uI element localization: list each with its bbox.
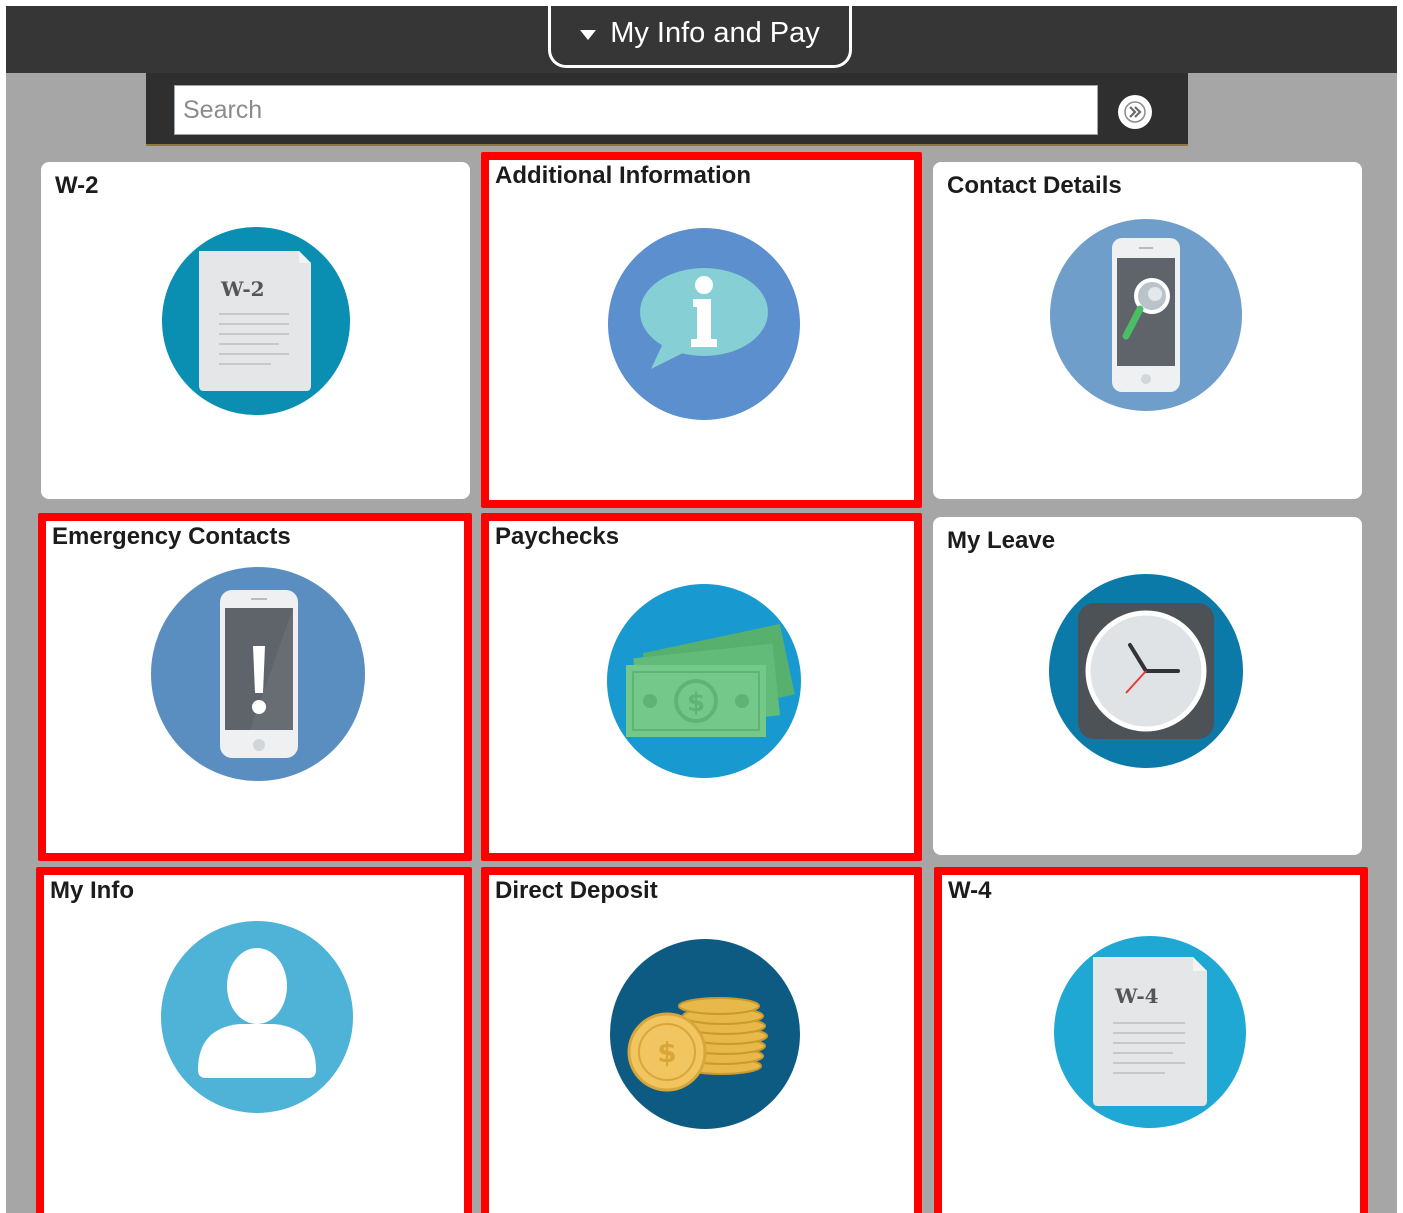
document-text: W-2 xyxy=(220,277,265,301)
tile-label: My Leave xyxy=(947,527,1056,554)
phone-search-icon xyxy=(1050,219,1242,411)
clock-icon xyxy=(1049,574,1243,768)
info-speech-bubble-icon xyxy=(608,228,800,420)
person-icon xyxy=(161,921,353,1113)
tile-label: Emergency Contacts xyxy=(52,523,291,550)
tile-contact-details[interactable]: Contact Details xyxy=(933,162,1362,499)
svg-text:$: $ xyxy=(687,688,705,718)
tile-label: Paychecks xyxy=(495,523,620,550)
tile-label: Direct Deposit xyxy=(495,877,658,904)
tile-label: W-2 xyxy=(55,172,99,199)
tile-w4[interactable]: W-4 W-4 xyxy=(934,867,1368,1213)
phone-exclamation-icon xyxy=(151,567,365,781)
app-frame: My Info and Pay W-2 W-2 Additional Inf xyxy=(6,6,1397,1213)
search-bar xyxy=(146,73,1188,146)
tile-my-leave[interactable]: My Leave xyxy=(933,517,1362,855)
page-title: My Info and Pay xyxy=(610,17,820,49)
w2-document-icon: W-2 xyxy=(162,227,350,415)
svg-text:$: $ xyxy=(657,1036,676,1069)
tile-emergency-contacts[interactable]: Emergency Contacts xyxy=(38,513,472,861)
tile-w2[interactable]: W-2 W-2 xyxy=(41,162,470,499)
tile-label: Contact Details xyxy=(947,172,1122,199)
tile-paychecks[interactable]: Paychecks $ xyxy=(481,513,922,861)
search-go-button[interactable] xyxy=(1118,95,1152,129)
caret-down-icon xyxy=(580,29,597,40)
tile-my-info[interactable]: My Info xyxy=(36,867,472,1213)
tile-label: Additional Information xyxy=(495,162,751,189)
header-bar: My Info and Pay xyxy=(6,6,1397,73)
document-text: W-4 xyxy=(1114,984,1159,1008)
tile-direct-deposit[interactable]: Direct Deposit $ xyxy=(481,867,922,1213)
tile-label: W-4 xyxy=(948,877,992,904)
tile-label: My Info xyxy=(50,877,134,904)
coins-icon: $ xyxy=(610,939,800,1129)
double-chevron-right-icon xyxy=(1124,101,1146,123)
tile-additional-information[interactable]: Additional Information xyxy=(481,152,922,508)
search-input[interactable] xyxy=(174,85,1098,135)
money-bills-icon: $ xyxy=(607,584,801,778)
page-title-dropdown[interactable]: My Info and Pay xyxy=(548,6,852,68)
w4-document-icon: W-4 xyxy=(1054,936,1246,1128)
